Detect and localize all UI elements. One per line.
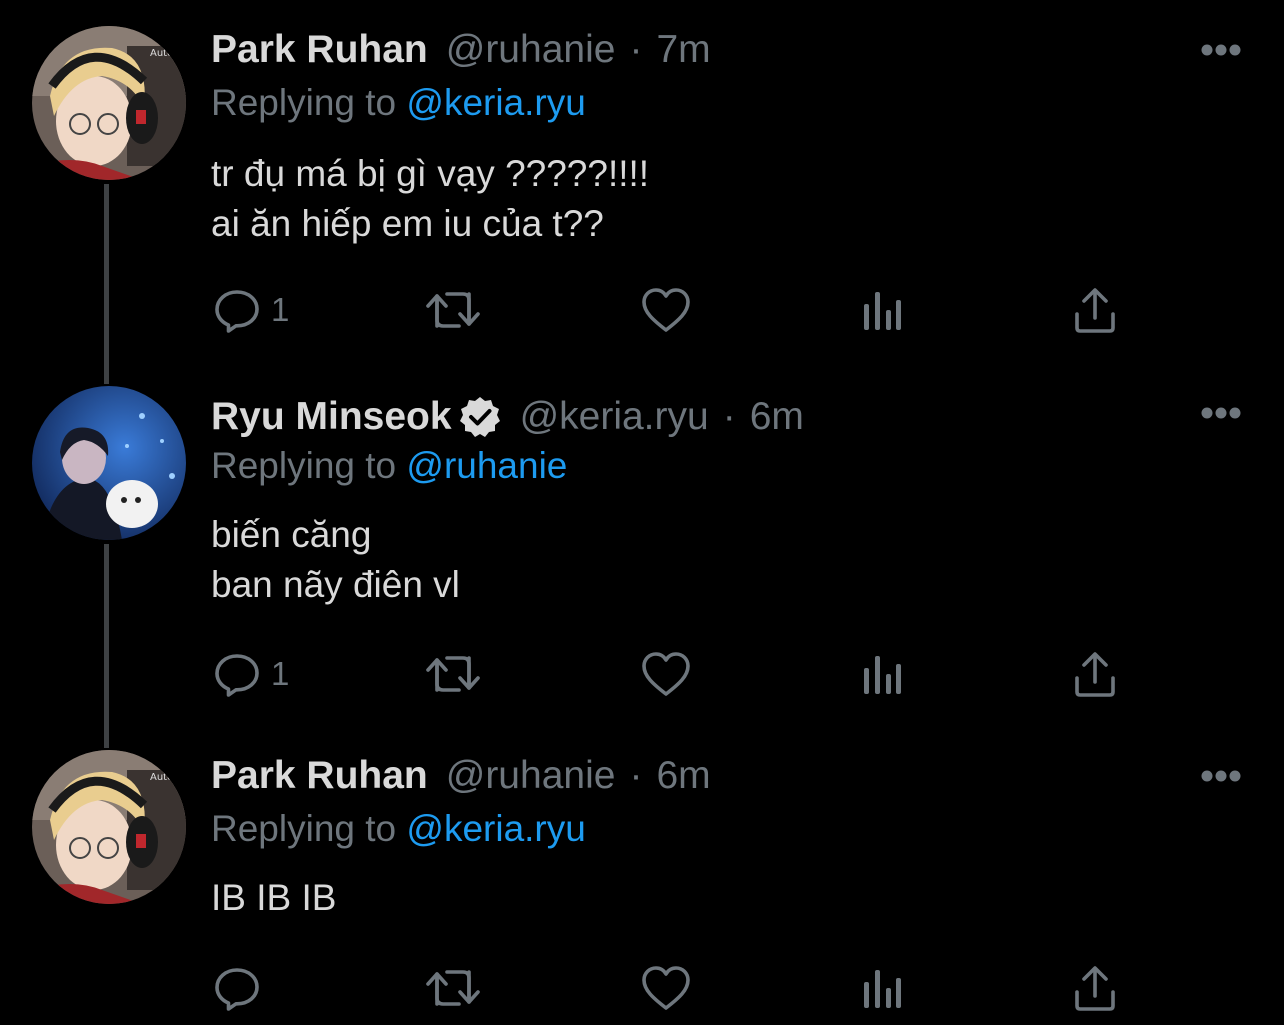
timestamp[interactable]: 7m xyxy=(656,28,710,72)
reply-icon xyxy=(215,290,259,333)
action-bar xyxy=(213,964,1133,1012)
separator-dot: · xyxy=(629,28,643,71)
display-name[interactable]: Park Ruhan xyxy=(211,28,428,72)
separator-dot: · xyxy=(629,754,643,797)
retweet-icon xyxy=(426,970,480,1006)
reply-icon xyxy=(215,968,259,1011)
retweet-icon xyxy=(426,292,480,328)
avatar[interactable]: AutoR xyxy=(32,26,186,180)
analytics-button[interactable] xyxy=(861,286,903,334)
tweet-text: biến căng ban nãy điên vl xyxy=(211,510,460,610)
replying-to: Replying to @keria.ryu xyxy=(211,82,586,124)
share-button[interactable] xyxy=(1073,964,1117,1012)
more-options-icon[interactable] xyxy=(1200,769,1242,783)
action-bar: 1 xyxy=(213,650,1133,698)
reply-icon xyxy=(215,654,259,697)
like-icon xyxy=(642,652,690,696)
retweet-icon xyxy=(426,656,480,692)
replying-to-mention[interactable]: @keria.ryu xyxy=(406,808,585,849)
tweet-header: Ryu Minseok @keria.ryu · 6m xyxy=(211,392,804,442)
more-options-icon[interactable] xyxy=(1200,43,1242,57)
retweet-button[interactable] xyxy=(425,286,481,334)
avatar[interactable]: AutoR xyxy=(32,750,186,904)
tweet-text-line: IB IB IB xyxy=(211,877,337,918)
user-handle[interactable]: @ruhanie xyxy=(446,28,616,72)
more-options-icon[interactable] xyxy=(1200,406,1242,420)
analytics-icon xyxy=(864,292,901,330)
like-icon xyxy=(642,288,690,332)
svg-text:AutoR: AutoR xyxy=(150,772,180,783)
timestamp[interactable]: 6m xyxy=(750,395,804,439)
share-button[interactable] xyxy=(1073,286,1117,334)
share-icon xyxy=(1075,966,1115,1011)
like-button[interactable] xyxy=(641,650,691,698)
replying-to: Replying to @keria.ryu xyxy=(211,808,586,850)
like-button[interactable] xyxy=(641,964,691,1012)
tweet[interactable]: AutoR Park Ruhan @ruhanie · 6m Replying … xyxy=(0,724,1284,1025)
retweet-button[interactable] xyxy=(425,964,481,1012)
share-icon xyxy=(1075,288,1115,333)
tweet-text: tr đụ má bị gì vạy ?????!!!! ai ăn hiếp … xyxy=(211,149,649,249)
replying-to-label: Replying to xyxy=(211,445,397,486)
like-icon xyxy=(642,966,690,1010)
analytics-button[interactable] xyxy=(861,650,903,698)
reply-count: 1 xyxy=(271,655,290,692)
replying-to-label: Replying to xyxy=(211,808,397,849)
tweet[interactable]: AutoR Park Ruhan @ruhanie · 7m Replying … xyxy=(0,0,1284,360)
separator-dot: · xyxy=(722,395,736,438)
tweet-text-line: tr đụ má bị gì vạy ?????!!!! xyxy=(211,153,650,194)
replying-to: Replying to @ruhanie xyxy=(211,445,567,487)
tweet-header: Park Ruhan @ruhanie · 7m xyxy=(211,25,711,75)
tweet-header: Park Ruhan @ruhanie · 6m xyxy=(211,751,711,801)
svg-text:AutoR: AutoR xyxy=(150,48,180,59)
share-button[interactable] xyxy=(1073,650,1117,698)
reply-button[interactable]: 1 xyxy=(213,286,289,334)
reply-button[interactable]: 1 xyxy=(213,650,289,698)
action-bar: 1 xyxy=(213,286,1133,334)
tweet-text-line: biến căng xyxy=(211,514,372,555)
verified-badge-icon xyxy=(459,397,500,437)
replying-to-label: Replying to xyxy=(211,82,397,123)
display-name[interactable]: Park Ruhan xyxy=(211,754,428,798)
timestamp[interactable]: 6m xyxy=(656,754,710,798)
share-icon xyxy=(1075,652,1115,697)
reply-count: 1 xyxy=(271,291,290,328)
replying-to-mention[interactable]: @ruhanie xyxy=(406,445,567,486)
analytics-button[interactable] xyxy=(861,964,903,1012)
tweet-text-line: ai ăn hiếp em iu của t?? xyxy=(211,203,604,244)
display-name[interactable]: Ryu Minseok xyxy=(211,395,452,439)
replying-to-mention[interactable]: @keria.ryu xyxy=(406,82,585,123)
tweet-text-line: ban nãy điên vl xyxy=(211,564,460,605)
reply-button[interactable] xyxy=(213,964,271,1012)
analytics-icon xyxy=(864,970,901,1008)
like-button[interactable] xyxy=(641,286,691,334)
tweet[interactable]: Ryu Minseok @keria.ryu · 6m Replying to … xyxy=(0,360,1284,724)
retweet-button[interactable] xyxy=(425,650,481,698)
avatar[interactable] xyxy=(32,386,186,540)
user-handle[interactable]: @ruhanie xyxy=(446,754,616,798)
tweet-text: IB IB IB xyxy=(211,873,336,923)
analytics-icon xyxy=(864,656,901,694)
user-handle[interactable]: @keria.ryu xyxy=(520,395,709,439)
